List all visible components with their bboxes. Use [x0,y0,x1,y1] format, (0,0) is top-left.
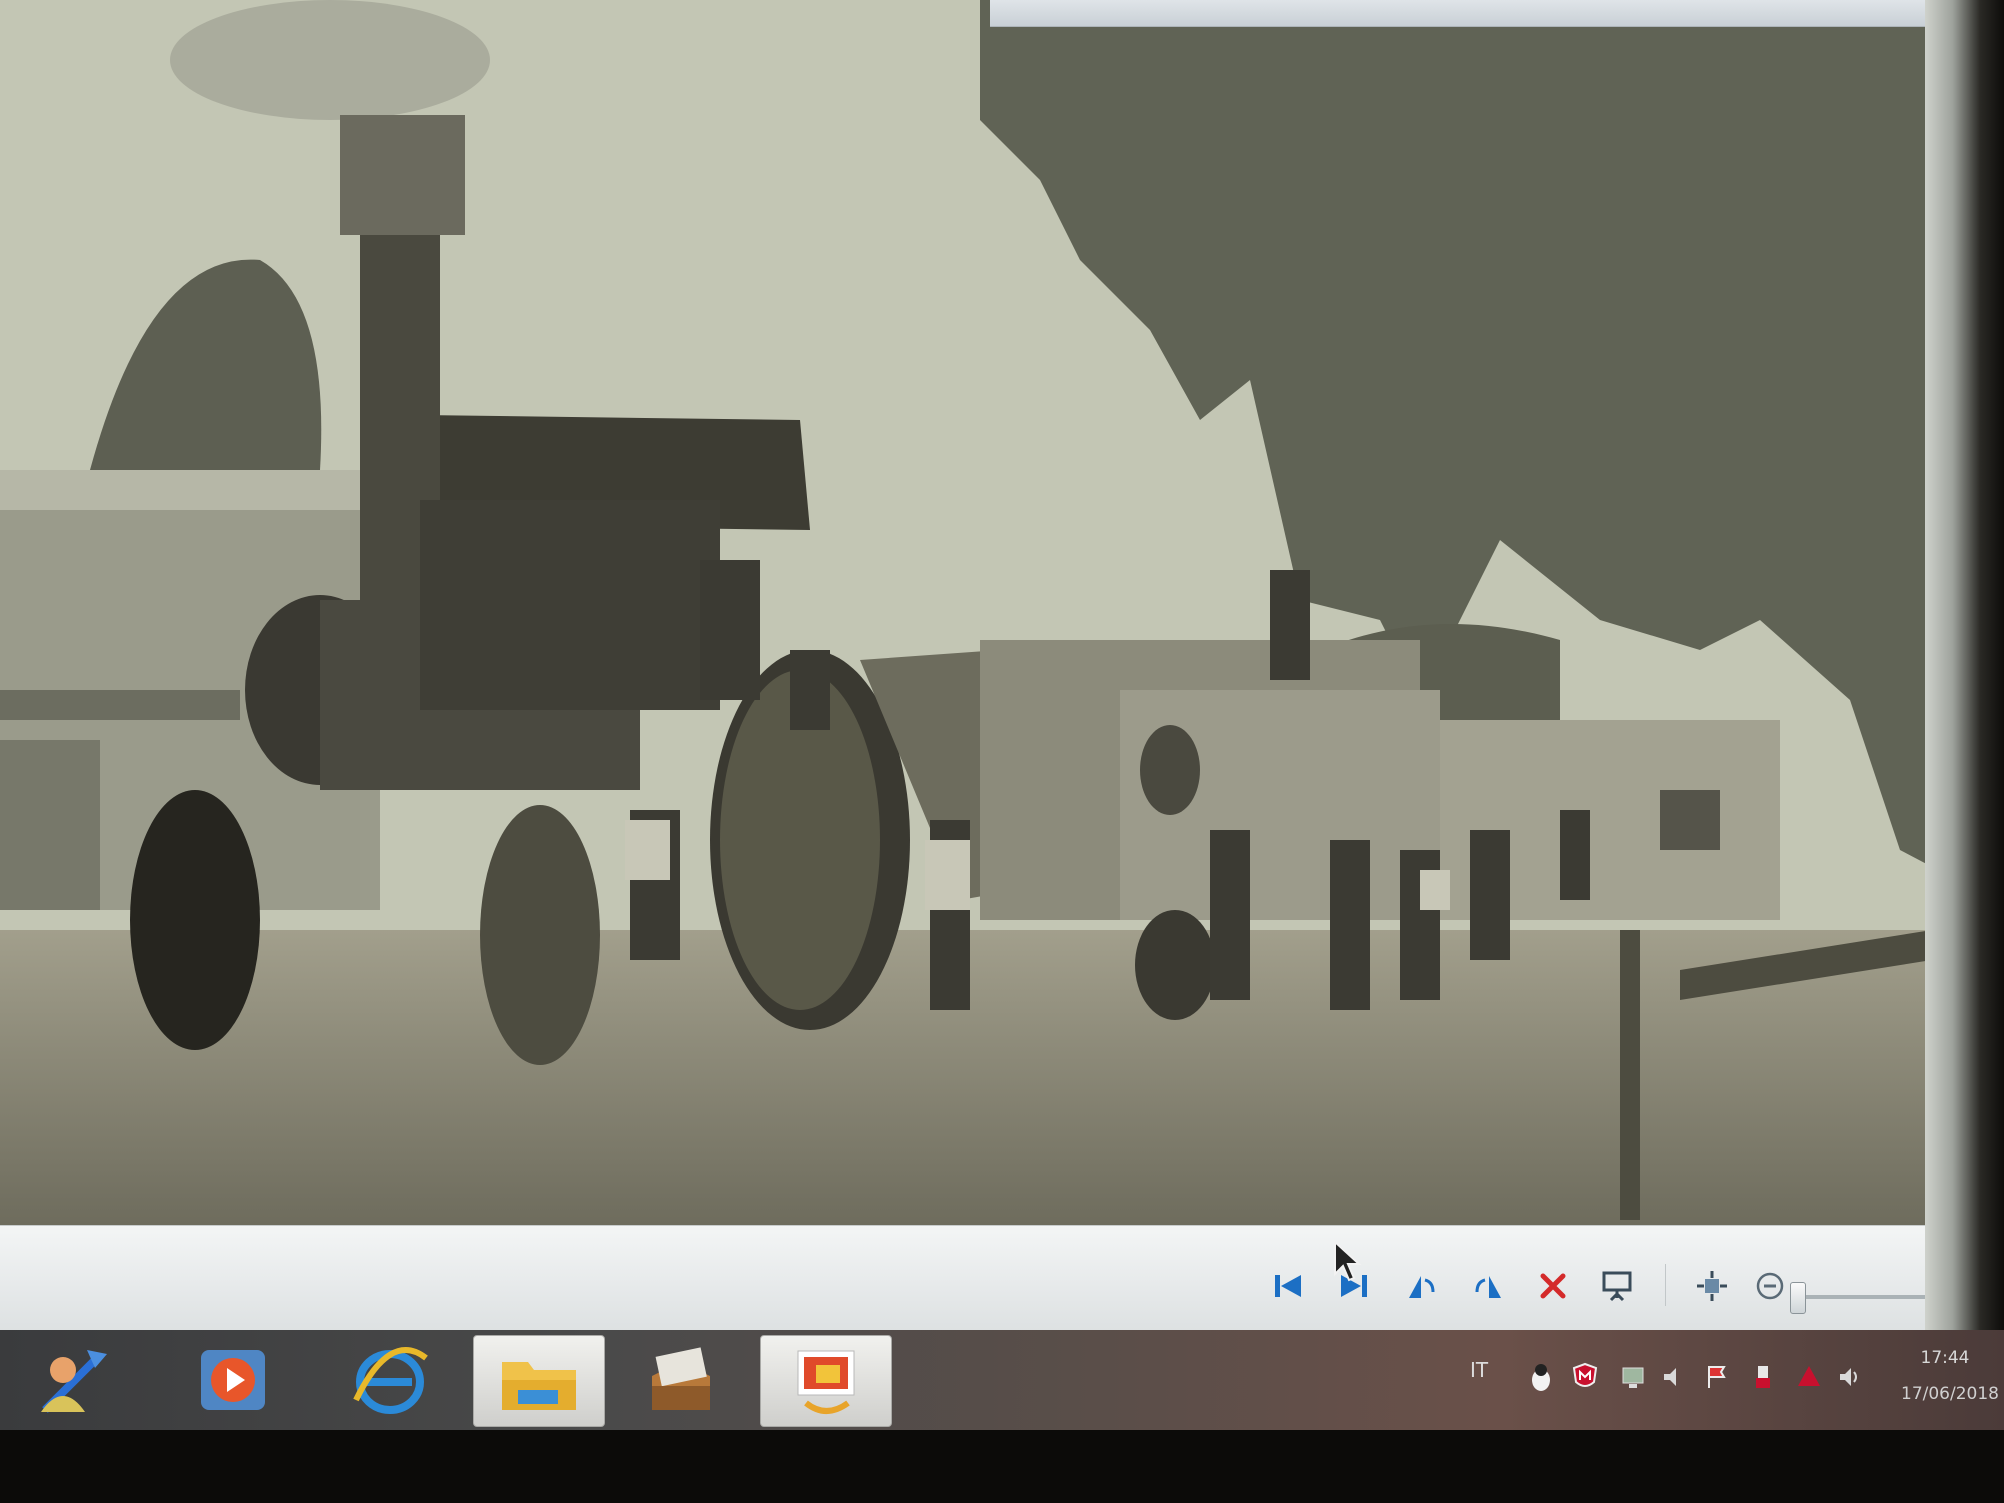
minus-circle-icon [1756,1272,1784,1300]
toolbar-separator [1665,1264,1666,1306]
tray-antivirus-icon[interactable] [1572,1362,1598,1392]
tray-usb-icon[interactable] [1750,1362,1776,1392]
window-title-strip [990,0,1930,27]
file-explorer-button[interactable] [473,1335,605,1427]
clock-time[interactable]: 17:44 [1905,1348,1985,1368]
cabinet-icon [652,1347,710,1410]
internet-explorer-button[interactable] [325,1335,455,1425]
clock-date[interactable]: 17/06/2018 [1900,1384,2000,1404]
action-center-flag-icon [1708,1366,1726,1388]
language-indicator[interactable]: IT [1470,1358,1488,1382]
warning-icon [1798,1366,1820,1386]
start-button[interactable] [5,1335,135,1425]
user-start-icon [41,1350,107,1413]
tray-volume-icon[interactable] [1836,1362,1862,1392]
photo-illustration [0,0,1995,1225]
tray-network-icon[interactable] [1620,1362,1646,1392]
viewer-toolbar [0,1225,1996,1331]
folder-icon [502,1362,576,1410]
tux-icon [1532,1364,1550,1391]
actual-size-button[interactable] [1692,1266,1732,1306]
zoom-out-button[interactable] [1750,1266,1790,1306]
monitor-bottom-bezel [0,1430,2004,1503]
zoom-slider-thumb[interactable] [1790,1282,1806,1314]
monitor-screen [0,0,1996,1331]
rotate-right-button[interactable] [1468,1266,1508,1306]
media-player-button[interactable] [168,1335,298,1425]
delete-button[interactable] [1533,1266,1573,1306]
monitor-bezel [1925,0,2004,1340]
play-icon [201,1350,265,1410]
skip-back-icon [1275,1275,1301,1297]
previous-button[interactable] [1268,1266,1308,1306]
mouse-cursor-icon [1334,1240,1362,1282]
rotate-left-icon [1409,1276,1435,1298]
fit-to-window-icon [1697,1271,1727,1301]
rotate-right-icon [1475,1276,1501,1298]
shield-icon [1572,1362,1598,1387]
rotate-left-button[interactable] [1402,1266,1442,1306]
monitor-network-icon [1622,1367,1644,1388]
projector-icon [1602,1271,1632,1302]
tray-flag-icon[interactable] [1704,1362,1730,1392]
tray-power-icon[interactable] [1796,1362,1822,1392]
ie-icon [353,1347,428,1414]
speaker-icon [1664,1368,1676,1386]
tray-user-icon[interactable] [1528,1362,1554,1392]
file-cabinet-button[interactable] [615,1335,745,1425]
slideshow-button[interactable] [1597,1266,1637,1306]
photo-viewer-button[interactable] [760,1335,892,1427]
photo-viewer-icon [797,1350,855,1414]
red-x-icon [1540,1273,1566,1299]
volume-icon [1840,1368,1857,1386]
usb-device-icon [1756,1366,1770,1388]
tray-speaker-icon[interactable] [1660,1362,1686,1392]
displayed-photo [0,0,1995,1225]
